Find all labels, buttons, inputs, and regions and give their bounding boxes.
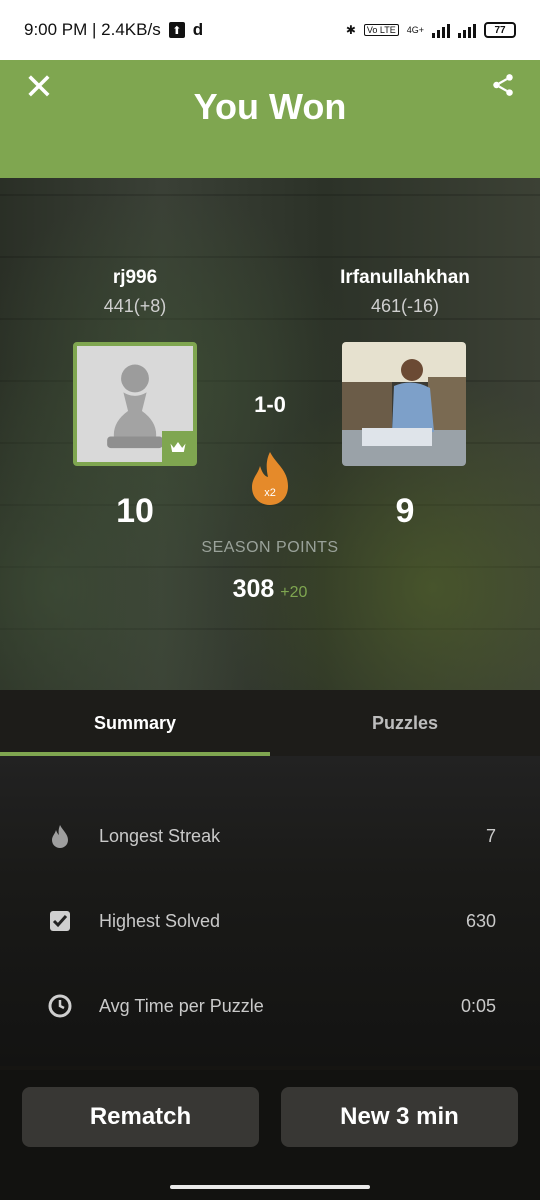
player-right-name: Irfanullahkhan	[340, 267, 470, 288]
signal-icon	[432, 22, 450, 38]
rematch-button[interactable]: Rematch	[22, 1087, 259, 1147]
page-title: You Won	[193, 86, 347, 127]
status-right: ✱ Vo LTE 4G+ 77	[346, 22, 516, 38]
season-points: 308 +20	[0, 575, 540, 604]
result-header: ✕ You Won	[0, 60, 540, 178]
stat-value: 7	[485, 825, 496, 846]
opponent-photo	[342, 342, 466, 466]
player-right-avatar[interactable]	[342, 342, 466, 466]
signal-icon-2	[458, 22, 476, 38]
checkbox-icon	[50, 911, 70, 931]
tab-puzzles[interactable]: Puzzles	[270, 690, 540, 756]
match-score: 1-0	[254, 392, 286, 417]
player-left-avatar[interactable]	[73, 342, 197, 466]
summary-stats: Longest Streak 7 Highest Solved 630 Avg …	[0, 756, 540, 1066]
season-points-value: 308	[232, 575, 275, 603]
stat-row: Longest Streak 7	[0, 816, 540, 856]
flame-icon: x2	[252, 452, 288, 505]
season-points-gain: +20	[280, 584, 308, 601]
player-left-name: rj996	[112, 267, 158, 288]
crown-badge	[162, 431, 193, 462]
battery-icon: 77	[484, 22, 516, 38]
battery-level: 77	[494, 24, 506, 36]
stat-row: Highest Solved 630	[0, 901, 540, 941]
season-points-label: SEASON POINTS	[201, 539, 339, 556]
status-left: 9:00 PM | 2.4KB/s ⬆ d	[24, 20, 203, 40]
flame-icon	[52, 825, 68, 848]
status-time: 9:00 PM | 2.4KB/s	[24, 20, 161, 39]
stat-row: Avg Time per Puzzle 0:05	[0, 986, 540, 1026]
new-game-button[interactable]: New 3 min	[281, 1087, 518, 1147]
stat-label: Highest Solved	[99, 910, 221, 931]
upload-icon: ⬆	[168, 22, 185, 38]
player-left-rating: 441(+8)	[103, 296, 167, 316]
d-icon: d	[192, 20, 204, 39]
volte-icon: Vo LTE	[363, 24, 399, 36]
action-bar: Rematch New 3 min	[0, 1070, 540, 1200]
stat-value: 630	[465, 910, 496, 931]
bluetooth-icon: ✱	[345, 23, 356, 37]
player-right-rating: 461(-16)	[370, 296, 440, 316]
stat-label: Avg Time per Puzzle	[99, 995, 264, 1016]
network-type: 4G+	[406, 25, 424, 35]
tab-summary[interactable]: Summary	[0, 690, 270, 756]
crown-icon	[170, 442, 186, 452]
result-tabs: Summary Puzzles	[0, 690, 540, 756]
stat-label: Longest Streak	[99, 825, 221, 846]
stat-value: 0:05	[460, 995, 496, 1016]
player-right-points: 9	[395, 492, 415, 530]
player-left-points: 10	[116, 492, 154, 530]
clock-icon	[48, 994, 72, 1018]
home-indicator[interactable]	[170, 1185, 370, 1189]
multiplier-label: x2	[264, 487, 276, 499]
status-bar: 9:00 PM | 2.4KB/s ⬆ d ✱ Vo LTE 4G+ 77	[0, 0, 540, 60]
